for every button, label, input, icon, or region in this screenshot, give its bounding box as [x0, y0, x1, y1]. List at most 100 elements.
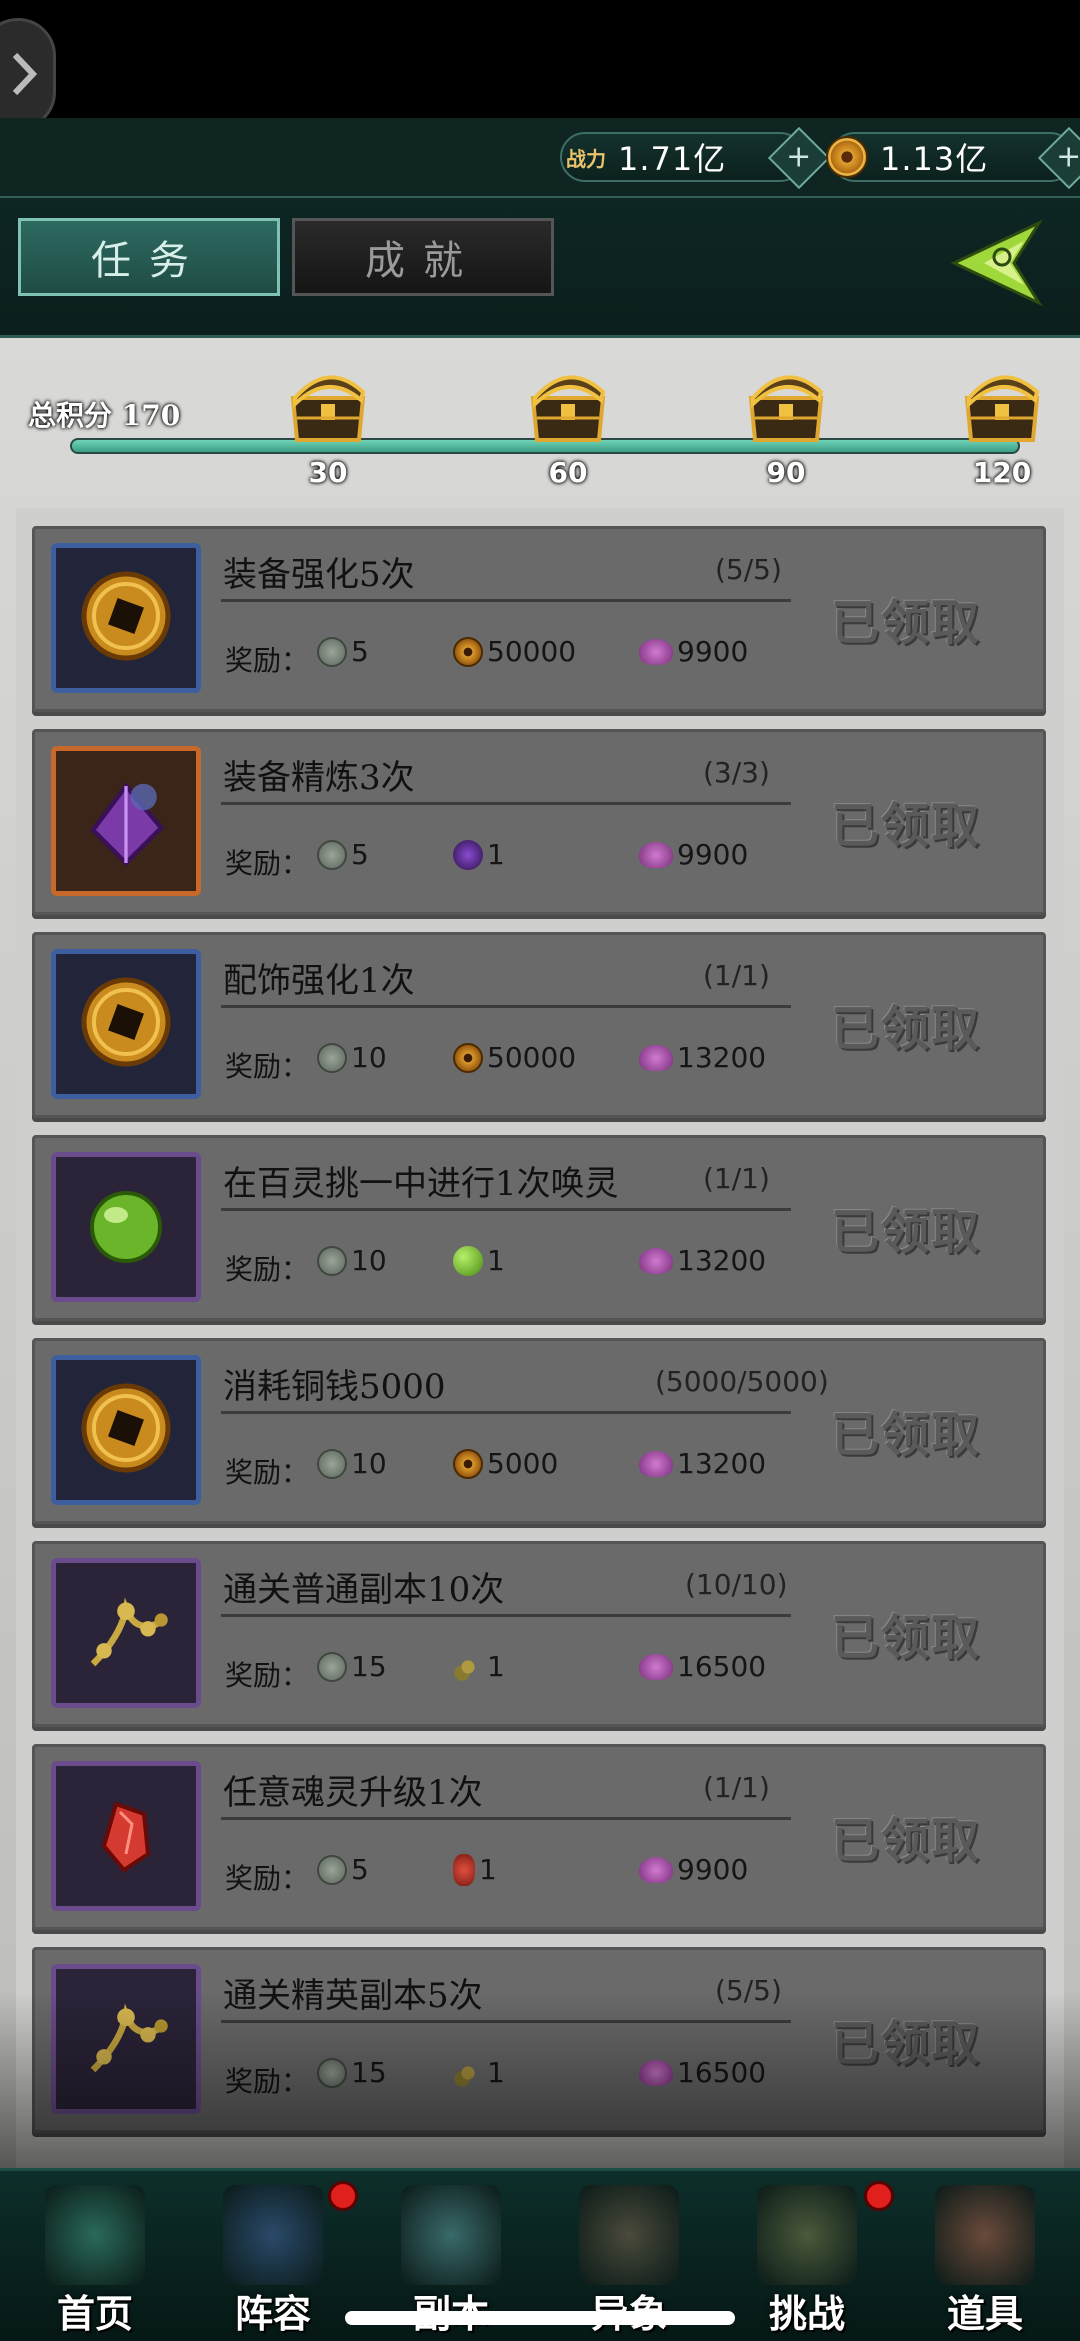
- coin-value: 1.13亿: [880, 140, 989, 178]
- reward-item: 5000: [453, 1447, 558, 1480]
- reward-value: 1: [487, 1244, 505, 1277]
- copper-coin-icon: [453, 1448, 483, 1479]
- coin-icon: [826, 136, 868, 178]
- chevron-right-icon: [12, 52, 38, 96]
- task-title: 任意魂灵升级1次: [223, 1773, 483, 1813]
- reward-label: 奖励：: [225, 847, 310, 880]
- task-card: 通关普通副本10次 (10/10) 奖励： 已领取 15 1 16500: [32, 1541, 1046, 1727]
- lotus-icon: [639, 638, 673, 665]
- nav-label: 首页: [56, 2291, 133, 2336]
- claimed-status: 已领取: [831, 1001, 982, 1057]
- reward-value: 5000: [487, 1447, 559, 1480]
- claimed-status: 已领取: [831, 1407, 982, 1463]
- claimed-status: 已领取: [831, 595, 982, 651]
- jade-icon: [317, 636, 347, 667]
- reward-value: 1: [487, 1650, 505, 1683]
- reward-chest-icon[interactable]: [957, 358, 1047, 448]
- milestone-label: 120: [972, 456, 1032, 489]
- golden-herb-icon: [453, 1651, 483, 1682]
- task-screen: 战力 1.71亿 + 1.13亿 + 任务 成就 总积分 170 30 60 90 1…: [0, 0, 1080, 2341]
- task-card: 任意魂灵升级1次 (1/1) 奖励： 已领取 5 1 9900: [32, 1744, 1046, 1930]
- reward-label: 奖励：: [225, 1253, 310, 1286]
- reward-value: 10: [351, 1244, 387, 1277]
- claimed-status: 已领取: [831, 1813, 982, 1869]
- reward-item: 9900: [639, 838, 748, 871]
- task-title: 在百灵挑一中进行1次唤灵: [223, 1164, 619, 1204]
- reward-label: 奖励：: [225, 644, 310, 677]
- nav-label: 道具: [946, 2291, 1023, 2336]
- reward-chest-icon[interactable]: [283, 358, 373, 448]
- reward-chest-icon[interactable]: [741, 358, 831, 448]
- claimed-status: 已领取: [831, 1204, 982, 1260]
- copper-coin-icon: [76, 972, 176, 1076]
- task-card: 在百灵挑一中进行1次唤灵 (1/1) 奖励： 已领取 10 1 13200: [32, 1135, 1046, 1321]
- reward-item: 13200: [639, 1041, 766, 1074]
- reward-item: 13200: [639, 1244, 766, 1277]
- reward-value: 10: [351, 1041, 387, 1074]
- sword-icon: [401, 2185, 501, 2285]
- reward-value: 50000: [487, 1041, 577, 1074]
- nav-bag[interactable]: 道具: [900, 2171, 1070, 2341]
- reward-item: 9900: [639, 1853, 748, 1886]
- golden-herb-icon: [71, 1576, 181, 1690]
- reward-value: 5: [351, 838, 369, 871]
- tab-achievements[interactable]: 成就: [292, 218, 554, 296]
- copper-coin-icon: [76, 566, 176, 670]
- reward-value: 1: [479, 1853, 497, 1886]
- add-coin-button[interactable]: +: [1037, 126, 1080, 190]
- milestone-label: 90: [766, 456, 806, 489]
- copper-coin-icon: [453, 1042, 483, 1073]
- power-display: 战力 1.71亿 +: [560, 126, 831, 190]
- task-icon-frame: [51, 1355, 201, 1505]
- task-progress: (1/1): [703, 959, 770, 992]
- resource-bar: 战力 1.71亿 + 1.13亿 +: [0, 118, 1080, 198]
- add-power-button[interactable]: +: [767, 126, 831, 190]
- milestone-label: 60: [548, 456, 588, 489]
- pagoda-icon: [45, 2185, 145, 2285]
- task-card: 消耗铜钱5000 (5000/5000) 奖励： 已领取 10 5000 13200: [32, 1338, 1046, 1524]
- task-progress: (3/3): [703, 756, 770, 789]
- reward-item: 10: [317, 1041, 387, 1074]
- task-title: 消耗铜钱5000: [223, 1367, 446, 1407]
- reward-item: 50000: [453, 1041, 576, 1074]
- task-icon-frame: [51, 1152, 201, 1302]
- title-divider: [221, 1411, 791, 1414]
- home-indicator[interactable]: [345, 2311, 735, 2325]
- notification-dot: [328, 2181, 358, 2211]
- reward-label: 奖励：: [225, 1050, 310, 1083]
- task-icon-frame: [51, 1761, 201, 1911]
- total-score-label: 总积分 170: [28, 399, 181, 432]
- jade-icon: [317, 1651, 347, 1682]
- back-button[interactable]: [0, 18, 56, 130]
- title-divider: [221, 1208, 791, 1211]
- nav-scroll-map[interactable]: 挑战: [722, 2171, 894, 2341]
- green-orb-icon: [76, 1175, 176, 1279]
- header: 战力 1.71亿 + 1.13亿 + 任务 成就: [0, 118, 1080, 338]
- bag-icon: [935, 2185, 1035, 2285]
- task-list[interactable]: 装备强化5次 (5/5) 奖励： 已领取 5 50000 9900 装备精炼3次 (…: [16, 508, 1064, 2168]
- lotus-icon: [639, 1653, 673, 1680]
- crossed-swords-icon: [579, 2185, 679, 2285]
- reward-value: 9900: [677, 635, 749, 668]
- reward-item: 10: [317, 1244, 387, 1277]
- lotus-icon: [639, 1247, 673, 1274]
- reward-value: 9900: [677, 1853, 749, 1886]
- task-title: 装备强化5次: [223, 555, 415, 595]
- reward-item: 1: [453, 1244, 505, 1277]
- reward-chest-icon[interactable]: [523, 358, 613, 448]
- reward-value: 10: [351, 1447, 387, 1480]
- reward-label: 奖励：: [225, 1659, 310, 1692]
- copper-coin-icon: [453, 636, 483, 667]
- tab-tasks[interactable]: 任务: [18, 218, 280, 296]
- jade-icon: [317, 1448, 347, 1479]
- task-progress: (1/1): [703, 1162, 770, 1195]
- task-progress: (5000/5000): [655, 1365, 829, 1398]
- nav-team[interactable]: 阵容: [188, 2171, 358, 2341]
- task-card: 装备精炼3次 (3/3) 奖励： 已领取 5 1 9900: [32, 729, 1046, 915]
- reward-value: 16500: [677, 1650, 767, 1683]
- nav-pagoda[interactable]: 首页: [10, 2171, 180, 2341]
- nav-label: 挑战: [768, 2291, 845, 2336]
- bottom-fade: [0, 1990, 1080, 2170]
- reward-item: 5: [317, 838, 369, 871]
- jade-icon: [317, 839, 347, 870]
